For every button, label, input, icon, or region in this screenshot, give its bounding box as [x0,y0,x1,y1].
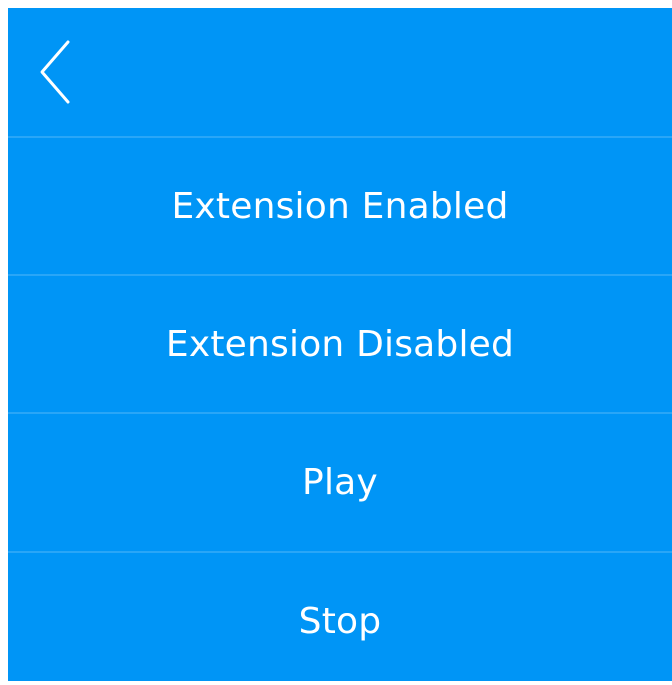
menu-item-label: Play [302,462,378,503]
chevron-left-icon [40,40,70,104]
header-bar [8,8,672,138]
menu-panel: Extension Enabled Extension Disabled Pla… [8,8,672,681]
back-button[interactable] [32,36,80,108]
menu-item-label: Stop [298,601,382,642]
menu-item-extension-enabled[interactable]: Extension Enabled [8,138,672,276]
menu-item-play[interactable]: Play [8,414,672,552]
menu-item-extension-disabled[interactable]: Extension Disabled [8,276,672,414]
menu-item-stop[interactable]: Stop [8,553,672,681]
menu-item-label: Extension Disabled [165,324,515,365]
menu-item-label: Extension Enabled [171,186,509,227]
